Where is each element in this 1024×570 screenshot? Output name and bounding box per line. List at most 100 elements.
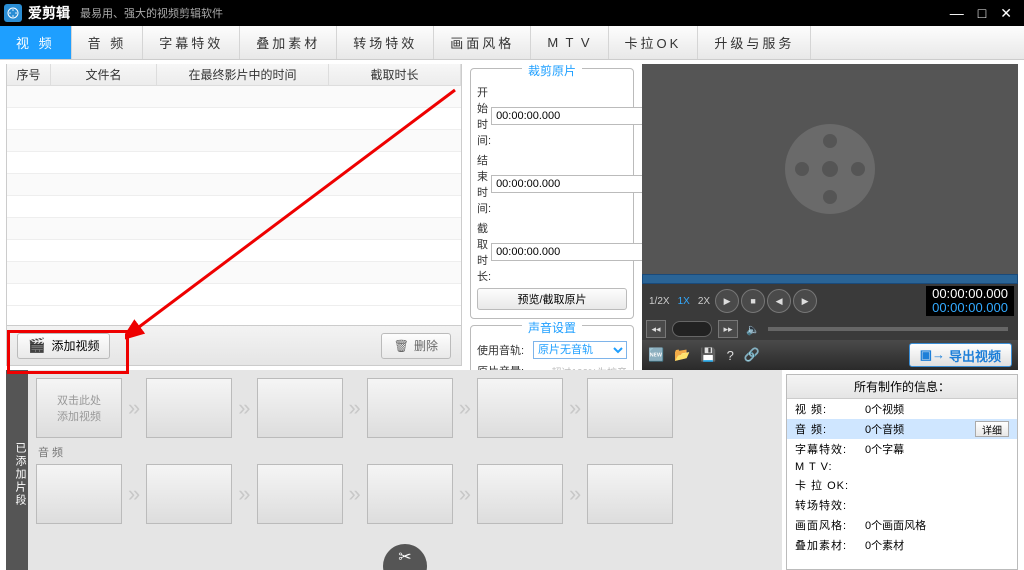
info-key: 字幕特效: <box>795 441 865 457</box>
preview-crop-button[interactable]: 预览/截取原片 <box>477 288 627 310</box>
end-label: 结束时间: <box>477 152 491 216</box>
tab-style[interactable]: 画面风格 <box>434 26 531 59</box>
prev-frame-button[interactable]: ◀ <box>767 289 791 313</box>
info-title: 所有制作的信息： <box>787 375 1017 399</box>
sound-title: 声音设置 <box>522 319 582 336</box>
list-body[interactable] <box>7 86 461 325</box>
clip-slot[interactable] <box>587 378 673 438</box>
audio-slot[interactable] <box>367 464 453 524</box>
info-key: 视 频: <box>795 401 865 417</box>
info-row: 画面风格:0个画面风格 <box>787 515 1017 535</box>
tab-audio[interactable]: 音 频 <box>72 26 144 59</box>
settings-panel: 裁剪原片 开始时间: 结束时间: 截取时长: 预览/截取原片 声音设置 使用音轨… <box>462 60 642 370</box>
info-val: 0个画面风格 <box>865 517 1009 533</box>
col-timeline: 在最终影片中的时间 <box>157 64 329 85</box>
speed-half[interactable]: 1/2X <box>646 296 673 307</box>
info-key: 转场特效: <box>795 497 865 513</box>
audio-slot[interactable] <box>587 464 673 524</box>
clip-slot[interactable] <box>477 378 563 438</box>
export-label: 导出视频 <box>949 346 1001 365</box>
audio-slot[interactable] <box>257 464 343 524</box>
toolbar: 🆕 📂 💾 ? 🔗 ▣→ 导出视频 <box>642 340 1018 370</box>
start-input[interactable] <box>491 107 643 125</box>
maximize-icon[interactable]: □ <box>978 5 986 22</box>
audio-strip: » » » » » <box>36 464 774 524</box>
main-tabs: 视 频 音 频 字幕特效 叠加素材 转场特效 画面风格 M T V 卡拉OK 升… <box>0 26 1024 60</box>
info-val: 0个字幕 <box>865 441 1009 457</box>
crop-fieldset: 裁剪原片 开始时间: 结束时间: 截取时长: 预览/截取原片 <box>470 68 634 319</box>
preview-panel: 1/2X 1X 2X ▶ ■ ◀ ▶ 00:00:00.000 00:00:00… <box>642 60 1024 370</box>
rewind-button[interactable]: ◂◂ <box>646 320 666 338</box>
info-key: M T V: <box>795 461 865 473</box>
info-val: 0个视频 <box>865 401 1009 417</box>
dur-input[interactable] <box>491 243 643 261</box>
help-icon[interactable]: ? <box>727 348 734 363</box>
clip-slot[interactable] <box>257 378 343 438</box>
info-row: M T V: <box>787 459 1017 475</box>
speed-one[interactable]: 1X <box>675 296 693 307</box>
tab-subtitle[interactable]: 字幕特效 <box>143 26 240 59</box>
clip-slot[interactable] <box>367 378 453 438</box>
timeline-label: 已添加片段 <box>6 370 28 570</box>
add-clip-slot[interactable]: 双击此处 添加视频 <box>36 378 122 438</box>
preview-volume-slider[interactable] <box>768 327 1008 331</box>
tab-upgrade[interactable]: 升级与服务 <box>698 26 811 59</box>
minimize-icon[interactable]: ― <box>950 5 964 22</box>
export-button[interactable]: ▣→ 导出视频 <box>909 343 1012 367</box>
track-select[interactable]: 原片无音轨 <box>533 341 627 359</box>
seek-bar[interactable] <box>642 274 1018 284</box>
playback-controls: 1/2X 1X 2X ▶ ■ ◀ ▶ 00:00:00.000 00:00:00… <box>642 284 1018 318</box>
info-row: 叠加素材:0个素材 <box>787 535 1017 555</box>
jog-wheel[interactable] <box>672 321 712 337</box>
next-frame-button[interactable]: ▶ <box>793 289 817 313</box>
trash-icon: 🗑 <box>394 339 409 353</box>
speed-two[interactable]: 2X <box>695 296 713 307</box>
film-reel-icon <box>785 124 875 214</box>
tab-overlay[interactable]: 叠加素材 <box>240 26 337 59</box>
audio-slot[interactable] <box>36 464 122 524</box>
col-filename: 文件名 <box>51 64 157 85</box>
audio-slot[interactable] <box>146 464 232 524</box>
delete-button[interactable]: 🗑 删除 <box>381 333 451 359</box>
info-val: 0个音频 <box>865 421 975 437</box>
tab-karaoke[interactable]: 卡拉OK <box>609 26 699 59</box>
close-icon[interactable]: ✕ <box>1000 5 1012 22</box>
open-icon[interactable]: 📂 <box>674 347 690 363</box>
tab-transition[interactable]: 转场特效 <box>337 26 434 59</box>
forward-button[interactable]: ▸▸ <box>718 320 738 338</box>
info-key: 画面风格: <box>795 517 865 533</box>
audio-slot[interactable] <box>477 464 563 524</box>
play-button[interactable]: ▶ <box>715 289 739 313</box>
info-row: 卡 拉 OK: <box>787 475 1017 495</box>
col-duration: 截取时长 <box>329 64 461 85</box>
tab-video[interactable]: 视 频 <box>0 26 72 59</box>
info-val: 0个素材 <box>865 537 1009 553</box>
end-input[interactable] <box>491 175 643 193</box>
list-footer: 🎬 添加视频 🗑 删除 <box>7 325 461 365</box>
info-row: 字幕特效:0个字幕 <box>787 439 1017 459</box>
mute-icon[interactable]: 🔈 <box>746 323 760 336</box>
app-name: 爱剪辑 <box>28 3 70 23</box>
add-video-button[interactable]: 🎬 添加视频 <box>17 333 110 359</box>
tab-mtv[interactable]: M T V <box>531 26 608 59</box>
start-label: 开始时间: <box>477 84 491 148</box>
col-index: 序号 <box>7 64 51 85</box>
new-icon[interactable]: 🆕 <box>648 347 664 363</box>
preview-viewport[interactable] <box>642 64 1018 274</box>
titlebar: 爱剪辑 最易用、强大的视频剪辑软件 ― □ ✕ <box>0 0 1024 26</box>
timecode: 00:00:00.000 00:00:00.000 <box>926 286 1014 317</box>
stop-button[interactable]: ■ <box>741 289 765 313</box>
info-row: 视 频:0个视频 <box>787 399 1017 419</box>
share-icon[interactable]: 🔗 <box>744 347 760 363</box>
scissors-icon[interactable]: ✂ <box>383 544 427 570</box>
detail-button[interactable]: 详细 <box>975 421 1009 437</box>
playback-controls-2: ◂◂ ▸▸ 🔈 <box>642 318 1018 340</box>
clip-slot[interactable] <box>146 378 232 438</box>
info-key: 卡 拉 OK: <box>795 477 865 493</box>
list-header: 序号 文件名 在最终影片中的时间 截取时长 <box>7 64 461 86</box>
info-row: 转场特效: <box>787 495 1017 515</box>
info-row: 音 频:0个音频详细 <box>787 419 1017 439</box>
export-icon: ▣→ <box>920 347 945 363</box>
delete-label: 删除 <box>414 337 438 354</box>
save-icon[interactable]: 💾 <box>700 347 716 363</box>
